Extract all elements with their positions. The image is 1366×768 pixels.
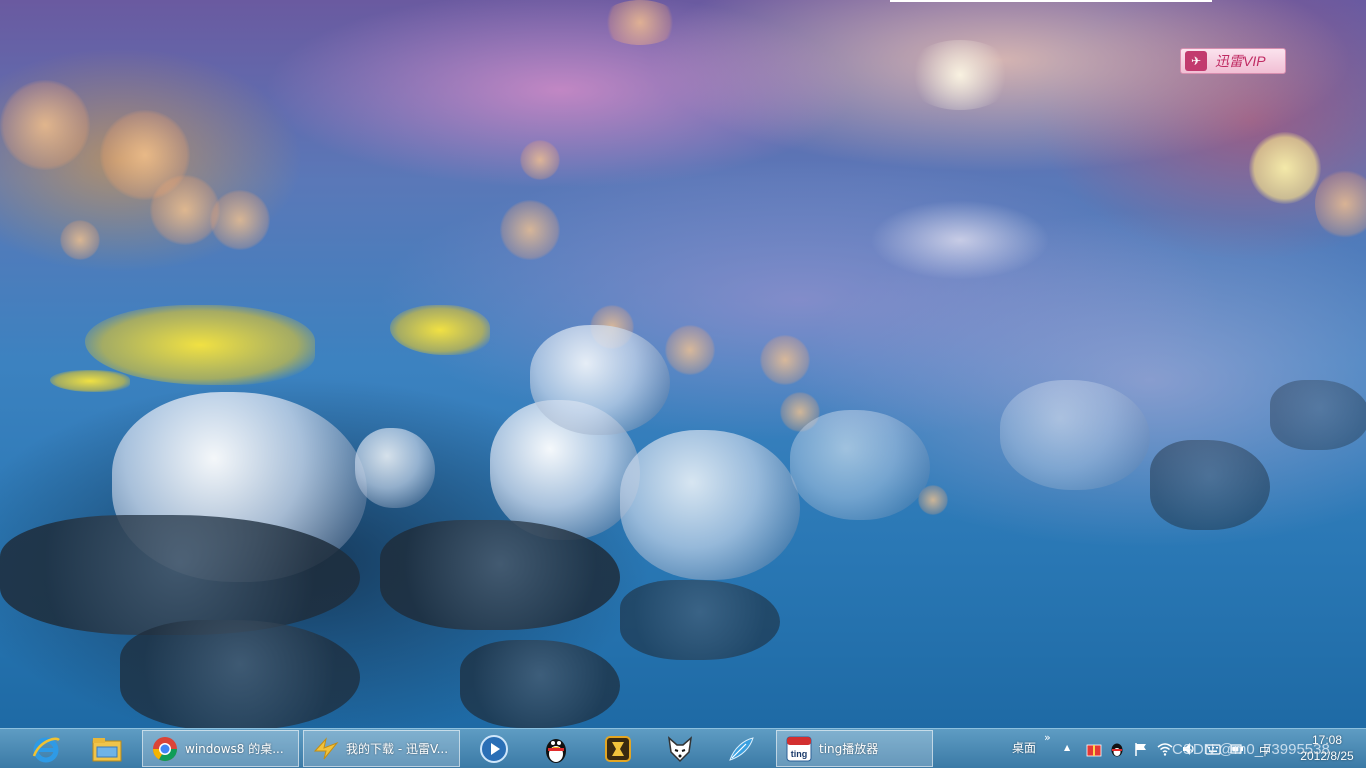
dark-ice (120, 620, 360, 728)
tray-overflow-icon[interactable]: ▲ (1064, 743, 1070, 752)
clock-date: 2012/8/25 (1300, 749, 1354, 763)
bokeh-light (500, 200, 560, 260)
yellow-leaf (50, 370, 130, 392)
ie-icon (32, 737, 60, 763)
wifi-icon (1157, 743, 1173, 756)
bokeh-light (210, 190, 270, 250)
desktop-wallpaper: ✈ 迅雷VIP (0, 0, 1366, 728)
dark-ice (460, 640, 620, 728)
gift-icon (1086, 744, 1102, 757)
clock-time: 17:08 (1311, 733, 1343, 747)
flag-icon (1135, 743, 1146, 756)
bokeh-light (760, 335, 810, 385)
feather-icon (729, 737, 754, 761)
desktop-toolbar[interactable]: 桌面 (1012, 739, 1036, 756)
media-player-icon (480, 735, 508, 763)
ice-chunk (530, 325, 670, 435)
taskbar-pin-qq[interactable] (529, 731, 583, 767)
taskbar-pin-fox[interactable] (653, 731, 707, 767)
fox-icon (667, 736, 693, 763)
task-chrome-label: windows8 的桌... (185, 742, 284, 756)
taskbar-pin-game[interactable] (591, 731, 645, 767)
task-xunlei-label: 我的下载 - 迅雷V... (346, 742, 449, 756)
window-edge (890, 0, 1212, 2)
taskbar-pin-media-player[interactable] (467, 731, 521, 767)
system-clock[interactable]: 17:08 2012/8/25 (1296, 733, 1358, 763)
chrome-icon (153, 736, 177, 761)
chevron-right-icon[interactable]: » (1044, 731, 1051, 744)
qq-penguin-icon (546, 739, 566, 763)
bokeh-light (520, 140, 560, 180)
svg-text:ting: ting (791, 749, 808, 759)
ting-icon: ting (786, 736, 812, 761)
ice-chunk (355, 428, 435, 508)
ice-chunk (790, 410, 930, 520)
xunlei-bird-icon: ✈ (1185, 51, 1207, 71)
task-xunlei[interactable]: 我的下载 - 迅雷V... (303, 730, 460, 767)
bokeh-light (60, 220, 100, 260)
tray-qq[interactable] (1109, 741, 1125, 757)
dark-ice (1270, 380, 1366, 450)
ice-chunk (620, 430, 800, 580)
dark-ice (380, 520, 620, 630)
ice-chunk (1000, 380, 1150, 490)
taskbar: windows8 的桌... 我的下载 - 迅雷V... ting ting播放… (0, 728, 1366, 768)
yellow-leaf (390, 305, 490, 355)
task-ting-label: ting播放器 (819, 742, 879, 756)
bokeh-light (1315, 168, 1366, 240)
tray-network[interactable] (1157, 741, 1173, 757)
game-icon (605, 736, 631, 762)
task-ting[interactable]: ting ting播放器 (776, 730, 933, 767)
task-chrome[interactable]: windows8 的桌... (142, 730, 299, 767)
bokeh-light (905, 40, 1015, 110)
xunlei-vip-label: 迅雷VIP (1215, 53, 1266, 69)
bokeh-light (665, 325, 715, 375)
taskbar-pin-feather[interactable] (714, 731, 768, 767)
tray-action-center[interactable] (1133, 741, 1149, 757)
taskbar-pin-explorer[interactable] (80, 731, 134, 767)
dark-ice (1150, 440, 1270, 530)
xunlei-icon (313, 736, 339, 759)
taskbar-pin-ie[interactable] (19, 731, 73, 767)
bokeh-light (1249, 132, 1321, 204)
bokeh-light (0, 80, 90, 170)
tray-gift[interactable] (1086, 741, 1102, 757)
dark-ice (0, 515, 360, 635)
xunlei-vip-button[interactable]: ✈ 迅雷VIP (1180, 48, 1286, 74)
file-explorer-icon (92, 738, 122, 762)
bokeh-light (100, 110, 190, 200)
dark-ice (620, 580, 780, 660)
bokeh-light (600, 0, 680, 45)
qq-tray-icon (1111, 743, 1123, 757)
bokeh-light (870, 200, 1050, 280)
